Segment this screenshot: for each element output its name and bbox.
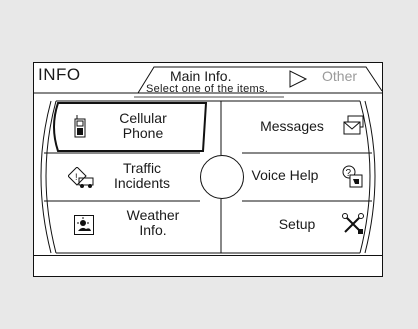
traffic-incident-icon: ! (67, 166, 94, 192)
setup-button[interactable]: Setup (224, 203, 374, 247)
phone-icon (72, 115, 88, 142)
envelope-icon (343, 115, 365, 140)
voice-help-icon: ? (342, 165, 364, 192)
messages-button[interactable]: Messages (224, 103, 374, 151)
cellular-label-line2: Phone (122, 125, 164, 141)
weather-icon (74, 215, 94, 238)
instruction-text: Select one of the items. (146, 83, 269, 95)
setup-label: Setup (278, 216, 316, 232)
traffic-label-line2: Incidents (113, 175, 171, 191)
tab-main-info[interactable]: Main Info. (170, 68, 231, 84)
messages-label: Messages (260, 118, 324, 134)
weather-info-button[interactable]: Weather Info. (48, 203, 208, 247)
weather-label-line2: Info. (139, 222, 167, 238)
traffic-incidents-button[interactable]: ! Traffic Incidents (48, 155, 198, 199)
voice-help-label: Voice Help (251, 167, 319, 183)
info-screen: INFO Main Info. Other Select one of the … (33, 62, 383, 277)
cellular-phone-button[interactable]: Cellular Phone (48, 103, 208, 151)
tab-other[interactable]: Other (322, 68, 357, 84)
info-title: INFO (38, 65, 81, 84)
weather-label-line1: Weather (126, 207, 180, 223)
voice-help-button[interactable]: Voice Help ? (224, 155, 374, 199)
center-select-button[interactable] (200, 155, 244, 199)
svg-text:!: ! (75, 172, 78, 182)
status-bar (34, 255, 382, 276)
tools-icon (342, 213, 364, 238)
traffic-label-line1: Traffic (122, 160, 162, 176)
cellular-label-line1: Cellular (119, 110, 167, 126)
